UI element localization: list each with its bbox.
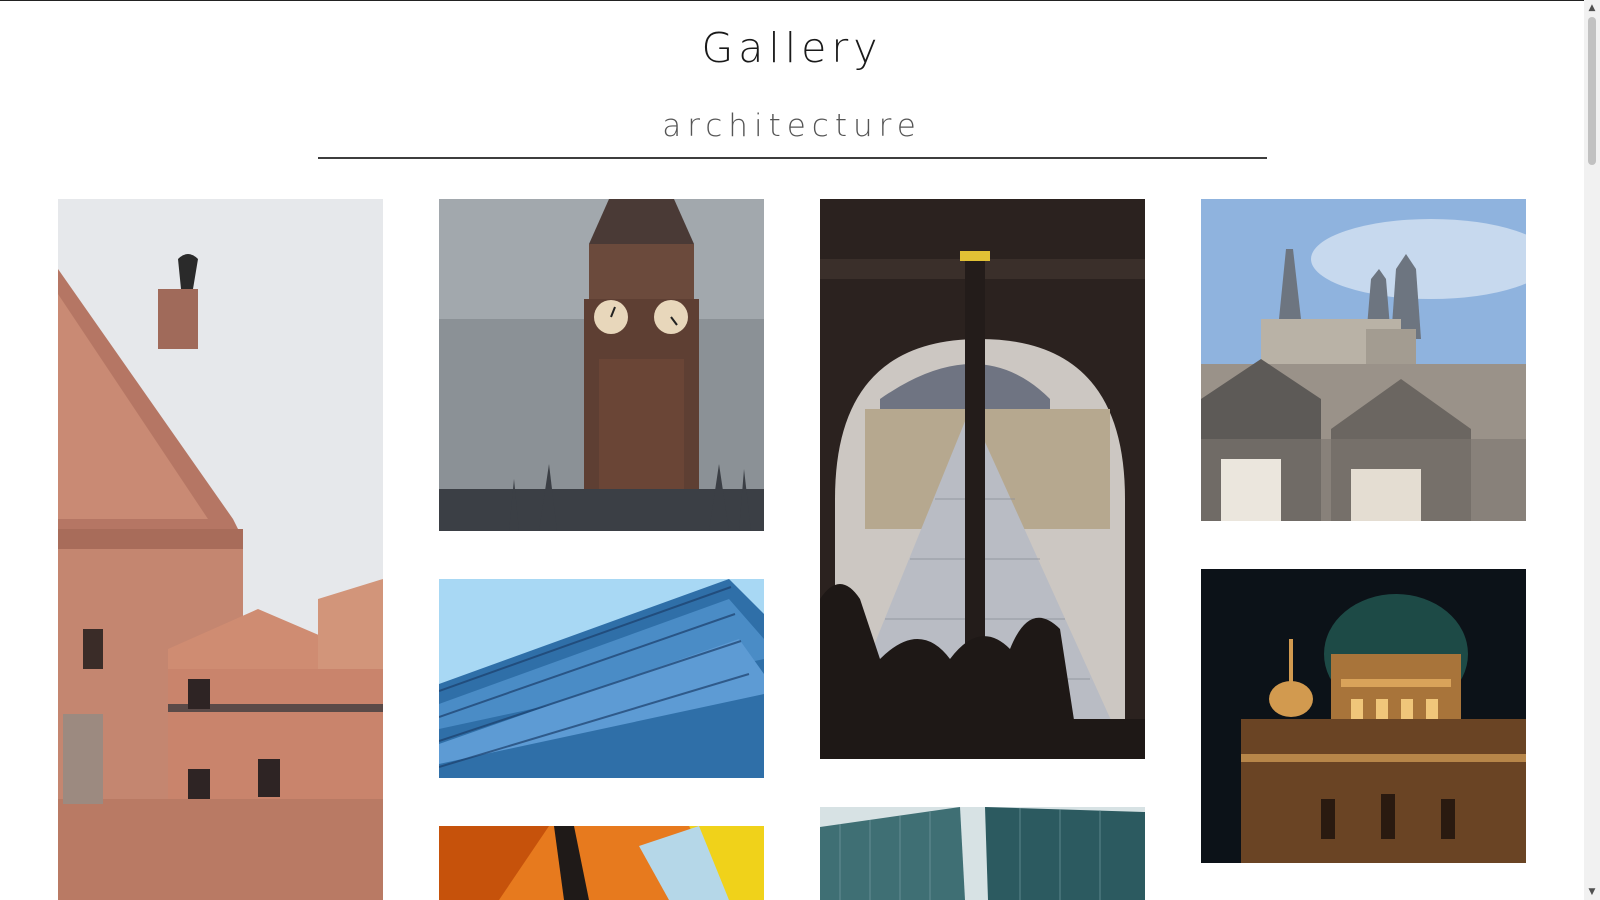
gallery-photo-clock-tower[interactable] (439, 199, 764, 531)
category-heading: architecture (662, 108, 922, 144)
scrollbar-thumb[interactable] (1588, 17, 1596, 165)
gallery-photo-gothic-church[interactable] (1201, 199, 1526, 521)
gallery-photo-glass-skyscrapers[interactable] (820, 807, 1145, 900)
scroll-down-icon[interactable]: ▼ (1584, 884, 1600, 900)
gallery-photo-domed-cathedral[interactable] (1201, 569, 1526, 863)
vertical-scrollbar[interactable]: ▲ ▼ (1584, 0, 1600, 900)
scroll-up-icon[interactable]: ▲ (1584, 0, 1600, 16)
gallery-photo-baroque-facade[interactable] (58, 199, 383, 900)
gallery-photo-glass-facade[interactable] (439, 579, 764, 778)
page-title: Gallery (701, 24, 883, 72)
gallery-photo-louvre-pyramid[interactable] (820, 199, 1145, 759)
heading-divider (318, 157, 1267, 159)
gallery-photo-orange-abstract[interactable] (439, 826, 764, 900)
window-top-border (0, 0, 1600, 1)
